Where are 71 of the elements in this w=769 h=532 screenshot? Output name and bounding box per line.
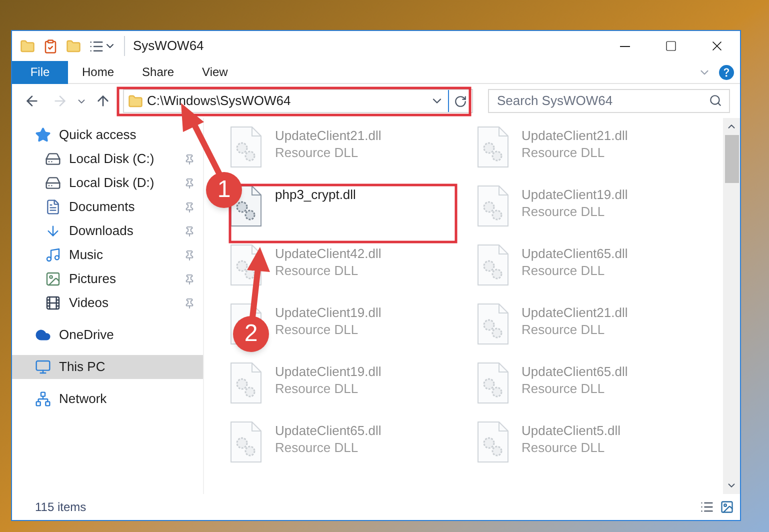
pin-icon xyxy=(184,274,195,284)
sidebar-item[interactable]: This PC xyxy=(12,355,203,379)
maximize-icon xyxy=(665,40,677,52)
pin-icon xyxy=(184,250,195,260)
file-type: Resource DLL xyxy=(522,321,606,338)
pin-icon xyxy=(184,202,195,212)
sidebar-item[interactable]: Network xyxy=(12,387,203,411)
pin-icon xyxy=(184,226,195,236)
star-icon xyxy=(35,127,51,143)
properties-icon[interactable] xyxy=(43,38,58,54)
sidebar-item[interactable]: Local Disk (D:) xyxy=(12,171,203,195)
file-type: Resource DLL xyxy=(522,144,606,161)
dll-file-icon xyxy=(230,362,262,404)
ribbon-tab[interactable]: Home xyxy=(68,60,128,84)
dll-file-icon xyxy=(230,421,262,463)
file-name[interactable]: php3_crypt.dll xyxy=(275,186,356,203)
sidebar-item[interactable]: OneDrive xyxy=(12,323,203,347)
dll-file-icon xyxy=(476,303,508,345)
search-icon xyxy=(709,94,722,107)
sidebar-item[interactable]: Downloads xyxy=(12,219,203,243)
dll-file-icon xyxy=(476,244,508,286)
file-type: Resource DLL xyxy=(275,262,360,279)
sidebar-item[interactable]: Local Disk (C:) xyxy=(12,147,203,171)
scroll-thumb[interactable] xyxy=(724,135,738,183)
ribbon-tab[interactable]: Share xyxy=(128,60,188,84)
ribbon-tab[interactable]: View xyxy=(188,60,242,84)
pin-icon xyxy=(184,178,195,188)
file-type: Resource DLL xyxy=(522,262,606,279)
refresh-icon[interactable] xyxy=(454,94,467,108)
window-title: SysWOW64 xyxy=(124,36,204,56)
file-type: Resource DLL xyxy=(275,144,360,161)
scrollbar[interactable] xyxy=(723,118,740,494)
search-field[interactable]: Search SysWOW64 xyxy=(488,88,730,113)
picture-icon xyxy=(45,271,61,287)
film-icon xyxy=(45,295,61,311)
computer-icon xyxy=(35,359,51,375)
drive-icon xyxy=(45,175,61,191)
dll-file-icon xyxy=(476,421,508,463)
list-icon[interactable] xyxy=(89,38,104,54)
dll-file-icon xyxy=(476,362,508,404)
back-icon[interactable] xyxy=(24,93,40,109)
item-count: 115 items xyxy=(35,499,88,516)
file-type: Resource DLL xyxy=(275,321,360,338)
details-view-icon[interactable] xyxy=(700,500,714,514)
pin-icon xyxy=(184,298,195,308)
folder-icon xyxy=(128,94,143,108)
download-icon xyxy=(45,223,61,239)
dll-file-icon xyxy=(230,126,262,168)
network-icon xyxy=(35,391,51,407)
file-type: Resource DLL xyxy=(522,439,606,456)
sidebar-item[interactable]: Quick access xyxy=(12,123,203,147)
up-icon[interactable] xyxy=(95,93,111,109)
file-type: Resource DLL xyxy=(275,380,360,397)
sidebar-item[interactable]: Documents xyxy=(12,195,203,219)
sidebar-item[interactable]: Music xyxy=(12,243,203,267)
file-type: Resource DLL xyxy=(522,203,606,220)
help-icon[interactable] xyxy=(719,64,734,80)
dll-file-icon xyxy=(476,185,508,227)
document-icon xyxy=(45,199,61,215)
file-type: Resource DLL xyxy=(522,380,606,397)
file-type: Resource DLL xyxy=(275,439,360,456)
sidebar-item[interactable]: Videos xyxy=(12,291,203,315)
dll-file-icon xyxy=(476,126,508,168)
sidebar-item[interactable]: Pictures xyxy=(12,267,203,291)
pin-icon xyxy=(184,154,195,164)
address-bar[interactable]: C:\Windows\SysWOW64 xyxy=(123,89,473,113)
drive-icon xyxy=(45,151,61,167)
file-menu-tab[interactable]: File xyxy=(12,60,68,84)
large-icons-view-icon[interactable] xyxy=(720,500,734,514)
cloud-icon xyxy=(35,327,51,343)
music-note-icon xyxy=(45,247,61,263)
